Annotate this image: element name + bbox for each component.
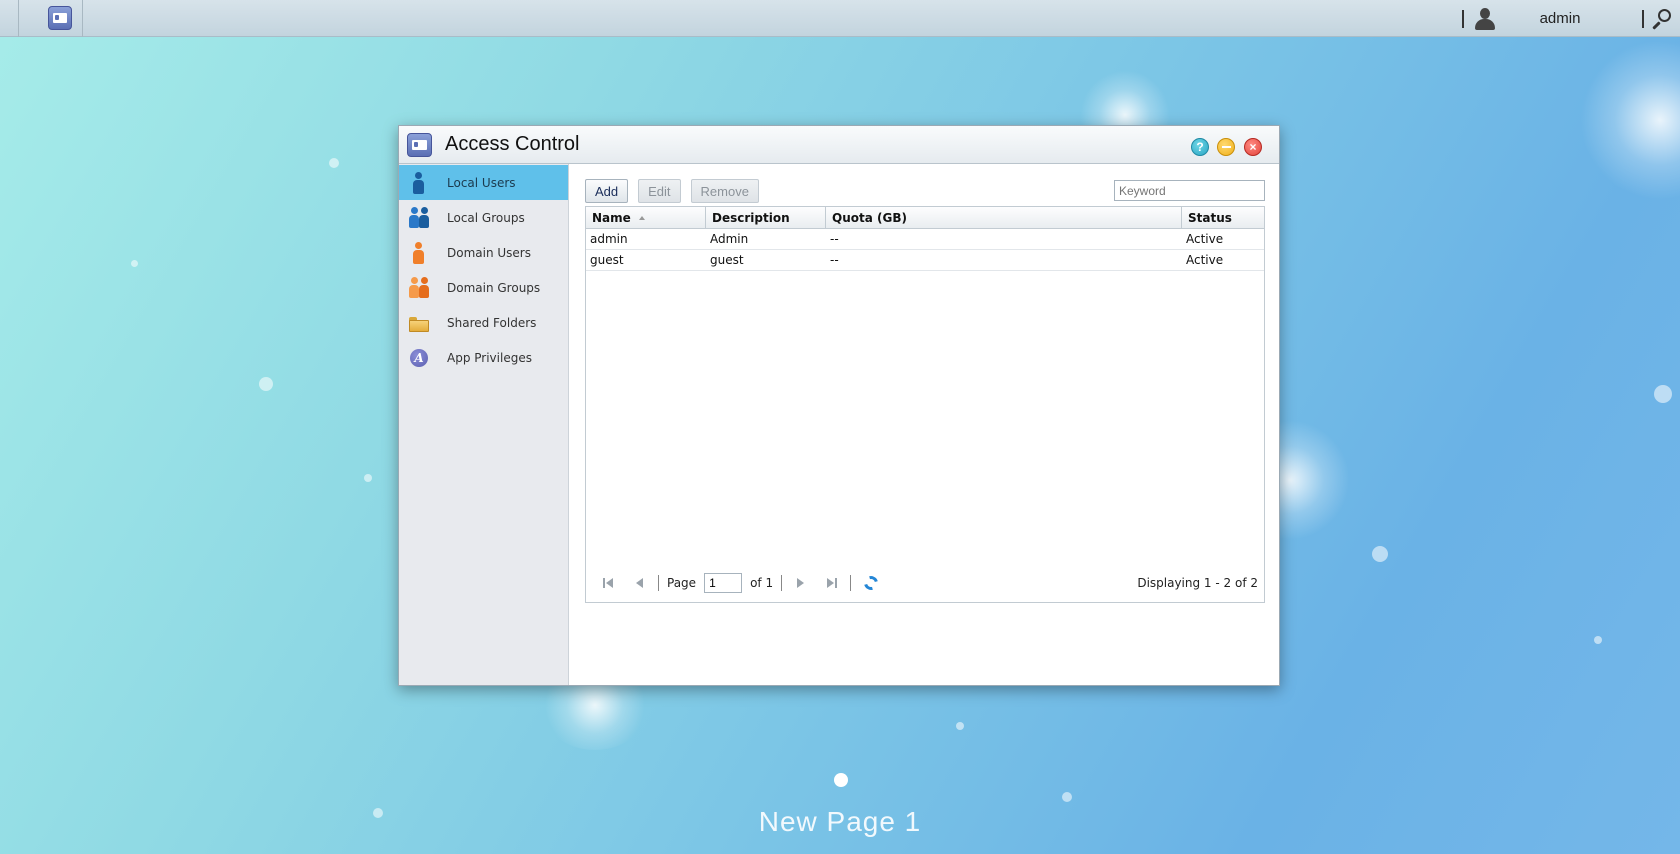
current-user-name[interactable]: admin xyxy=(1506,10,1614,27)
page-number-input[interactable] xyxy=(704,573,743,593)
help-button[interactable]: ? xyxy=(1191,138,1209,156)
refresh-icon[interactable] xyxy=(861,573,881,593)
sidebar-item-local-users[interactable]: Local Users xyxy=(399,165,568,200)
sidebar-item-shared-folders[interactable]: Shared Folders xyxy=(399,305,568,340)
pager-divider xyxy=(658,575,659,591)
app-privileges-icon: A xyxy=(409,346,429,370)
domain-user-icon xyxy=(409,241,429,265)
top-taskbar: admin xyxy=(0,0,1680,37)
page-indicator-dot[interactable] xyxy=(834,773,848,787)
column-header-quota[interactable]: Quota (GB) xyxy=(826,207,1182,228)
cell-quota: -- xyxy=(830,232,839,246)
pager-divider xyxy=(850,575,852,591)
column-header-label: Description xyxy=(712,210,790,225)
sidebar-item-label: Domain Users xyxy=(447,245,531,260)
next-page-icon[interactable] xyxy=(794,576,808,590)
taskbar-divider xyxy=(82,0,83,37)
sidebar-item-label: Local Groups xyxy=(447,210,525,225)
sidebar-item-label: Domain Groups xyxy=(447,280,541,295)
column-header-label: Name xyxy=(592,210,631,225)
cell-status: Active xyxy=(1186,232,1224,246)
table-row[interactable]: guest guest -- Active xyxy=(586,250,1264,271)
taskbar-divider xyxy=(1642,9,1644,28)
page-total-label: of 1 xyxy=(750,576,774,590)
close-button[interactable]: × xyxy=(1244,138,1262,156)
add-button[interactable]: Add xyxy=(585,179,629,203)
sidebar-item-domain-users[interactable]: Domain Users xyxy=(399,235,568,270)
main-content: Add Edit Remove Name Description Quota (… xyxy=(569,164,1279,685)
access-control-window: Access Control ? × Local Users Local Gro… xyxy=(398,125,1280,686)
keyword-search-input[interactable] xyxy=(1114,180,1265,201)
sidebar-item-local-groups[interactable]: Local Groups xyxy=(399,200,568,235)
page-label: Page xyxy=(667,576,697,590)
first-page-icon[interactable] xyxy=(602,576,616,590)
pagination-bar: Page of 1 Displaying 1 - 2 of 2 xyxy=(586,564,1264,602)
sidebar-item-app-privileges[interactable]: A App Privileges xyxy=(399,340,568,375)
sidebar-item-domain-groups[interactable]: Domain Groups xyxy=(399,270,568,305)
local-user-icon xyxy=(409,171,429,195)
column-header-name[interactable]: Name xyxy=(586,207,706,228)
cell-name: guest xyxy=(590,253,624,267)
domain-group-icon xyxy=(409,276,429,300)
sidebar-item-label: Shared Folders xyxy=(447,315,537,330)
sidebar-item-label: App Privileges xyxy=(447,350,532,365)
toolbar: Add Edit Remove xyxy=(585,179,759,203)
display-count: Displaying 1 - 2 of 2 xyxy=(1137,576,1258,590)
taskbar-divider xyxy=(1462,9,1464,28)
table-header: Name Description Quota (GB) Status xyxy=(586,207,1264,229)
column-header-label: Quota (GB) xyxy=(832,210,907,225)
access-control-taskbar-icon[interactable] xyxy=(48,6,72,30)
sidebar: Local Users Local Groups Domain Users Do… xyxy=(399,164,569,685)
cell-description: Admin xyxy=(710,232,749,246)
last-page-icon[interactable] xyxy=(824,576,838,590)
sort-ascending-icon xyxy=(638,215,645,220)
window-title-bar[interactable]: Access Control ? × xyxy=(399,126,1279,164)
folder-icon xyxy=(409,311,429,335)
column-header-label: Status xyxy=(1188,210,1232,225)
cell-status: Active xyxy=(1186,253,1224,267)
edit-button[interactable]: Edit xyxy=(638,179,681,203)
local-group-icon xyxy=(409,206,429,230)
desktop-page-label: New Page 1 xyxy=(758,806,922,837)
remove-button[interactable]: Remove xyxy=(690,179,759,203)
column-header-description[interactable]: Description xyxy=(706,207,826,228)
cell-quota: -- xyxy=(830,253,839,267)
table-row[interactable]: admin Admin -- Active xyxy=(586,229,1264,250)
minimize-button[interactable] xyxy=(1217,138,1235,156)
user-icon[interactable] xyxy=(1472,6,1498,32)
column-header-status[interactable]: Status xyxy=(1182,207,1264,228)
access-control-app-icon xyxy=(407,133,432,157)
pager-divider xyxy=(781,575,783,591)
taskbar-divider xyxy=(18,0,19,37)
sidebar-item-label: Local Users xyxy=(447,175,516,190)
previous-page-icon[interactable] xyxy=(632,576,646,590)
cell-name: admin xyxy=(590,232,628,246)
cell-description: guest xyxy=(710,253,744,267)
window-title: Access Control xyxy=(445,133,580,155)
search-icon[interactable] xyxy=(1650,8,1672,30)
users-table: Name Description Quota (GB) Status admin… xyxy=(585,206,1265,603)
